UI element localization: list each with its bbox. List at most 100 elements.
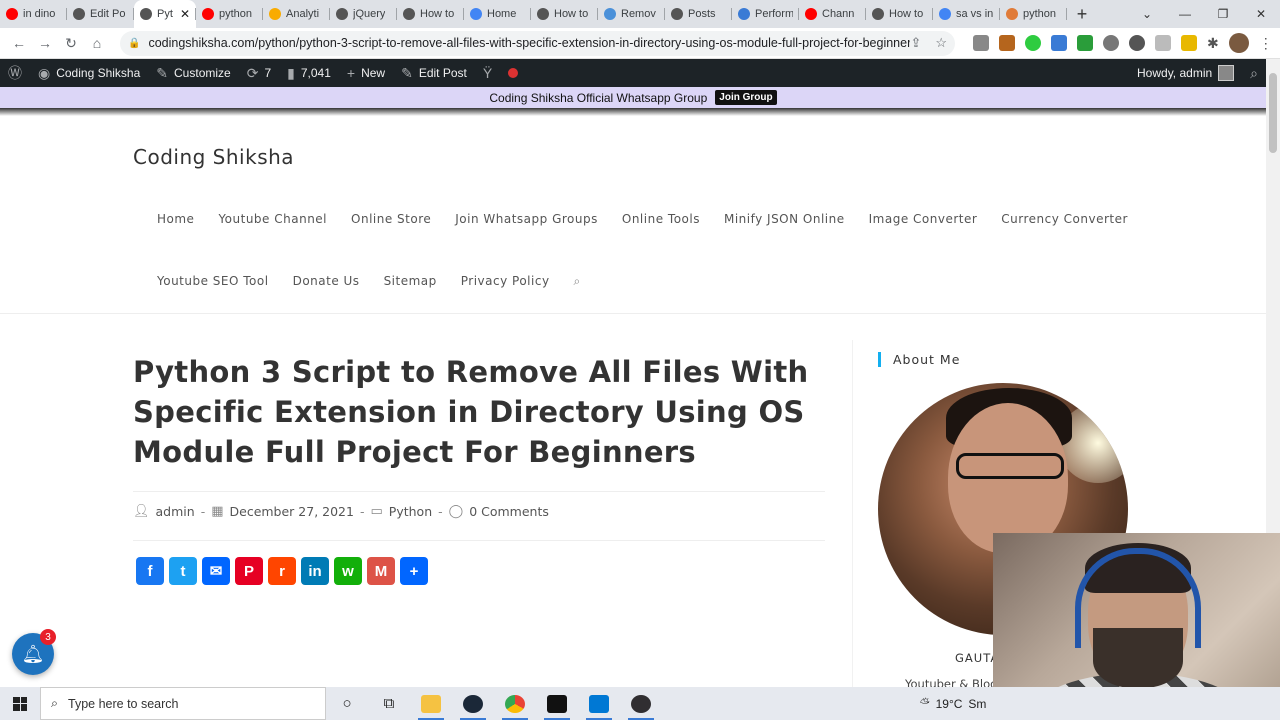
whatsapp-share-button[interactable]: w <box>334 557 362 585</box>
tab-label: Posts <box>688 8 716 20</box>
browser-tab[interactable]: Perform <box>732 0 799 28</box>
browser-tab[interactable]: in dino <box>0 0 67 28</box>
close-tab-icon[interactable]: ✕ <box>180 7 190 21</box>
browser-tab[interactable]: Posts <box>665 0 732 28</box>
minimize-button[interactable]: — <box>1166 0 1204 28</box>
browser-tab[interactable]: Edit Po <box>67 0 134 28</box>
email-share-button[interactable]: ✉ <box>202 557 230 585</box>
extension-icon[interactable] <box>973 35 989 51</box>
maximize-button[interactable]: ❐ <box>1204 0 1242 28</box>
share-page-icon[interactable]: ⇪ <box>910 35 921 51</box>
tab-favicon-icon <box>805 8 817 20</box>
extension-icon[interactable] <box>1077 35 1093 51</box>
bookmark-star-icon[interactable]: ☆ <box>935 35 947 51</box>
gmail-share-button[interactable]: M <box>367 557 395 585</box>
menu-item-privacy-policy[interactable]: Privacy Policy <box>449 274 562 289</box>
reload-button[interactable]: ↻ <box>58 30 84 56</box>
browser-tab[interactable]: python <box>196 0 263 28</box>
wp-new[interactable]: + New <box>339 59 393 87</box>
browser-tab[interactable]: python <box>1000 0 1067 28</box>
seo-status-dot-icon[interactable] <box>500 59 526 87</box>
browser-tab[interactable]: sa vs in <box>933 0 1000 28</box>
post-comments[interactable]: 0 Comments <box>469 504 549 519</box>
home-button[interactable]: ⌂ <box>84 30 110 56</box>
taskbar-search-placeholder: Type here to search <box>68 696 179 711</box>
twitter-share-button[interactable]: t <box>169 557 197 585</box>
address-bar[interactable]: 🔒 codingshiksha.com/python/python-3-scri… <box>120 30 955 56</box>
facebook-share-button[interactable]: f <box>136 557 164 585</box>
menu-item-home[interactable]: Home <box>145 212 206 226</box>
taskbar-search-box[interactable]: ⌕ Type here to search <box>40 687 326 720</box>
cortana-icon[interactable]: ○ <box>326 687 368 720</box>
obs-icon[interactable] <box>620 687 662 720</box>
task-view-icon[interactable]: ⧉ <box>368 687 410 720</box>
browser-tab[interactable]: Analyti <box>263 0 330 28</box>
menu-item-minify-json-online[interactable]: Minify JSON Online <box>712 212 857 226</box>
extension-icon[interactable] <box>999 35 1015 51</box>
menu-item-youtube-channel[interactable]: Youtube Channel <box>206 212 339 226</box>
notification-bell-button[interactable]: 🔔︎ 3 <box>12 629 56 675</box>
wp-edit-post[interactable]: ✎ Edit Post <box>393 59 475 87</box>
pinterest-share-button[interactable]: P <box>235 557 263 585</box>
start-button[interactable] <box>0 687 40 720</box>
extension-icon[interactable] <box>1051 35 1067 51</box>
yoast-icon[interactable]: Ÿ <box>475 59 500 87</box>
browser-tab[interactable]: How to <box>866 0 933 28</box>
linkedin-share-button[interactable]: in <box>301 557 329 585</box>
tab-search-icon[interactable]: ⌄ <box>1128 0 1166 28</box>
browser-tab[interactable]: How to <box>397 0 464 28</box>
site-title[interactable]: Coding Shiksha <box>133 145 294 169</box>
menu-item-youtube-seo-tool[interactable]: Youtube SEO Tool <box>145 274 281 289</box>
share-buttons: f t ✉ Pr in w M + <box>136 557 428 585</box>
extension-icon[interactable] <box>1025 35 1041 51</box>
menu-item-currency-converter[interactable]: Currency Converter <box>989 212 1140 226</box>
post-category[interactable]: Python <box>389 504 432 519</box>
menu-dots-icon[interactable]: ⋮ <box>1259 35 1273 52</box>
wp-search-icon[interactable]: ⌕ <box>1242 59 1266 87</box>
file-explorer-icon[interactable] <box>410 687 452 720</box>
weather-temp[interactable]: 19°C <box>936 697 963 711</box>
extension-icon[interactable] <box>1181 35 1197 51</box>
wp-site-name[interactable]: ◉ Coding Shiksha <box>30 59 148 87</box>
puzzle-icon[interactable]: ✱ <box>1207 35 1219 51</box>
window-controls: ⌄ — ❐ ✕ <box>1128 0 1280 28</box>
back-button[interactable]: ← <box>6 30 32 56</box>
reddit-share-button[interactable]: r <box>268 557 296 585</box>
wp-updates[interactable]: ⟳ 7 <box>239 59 279 87</box>
tab-favicon-icon <box>140 8 152 20</box>
post-author[interactable]: admin <box>156 504 195 519</box>
wp-comments[interactable]: ▮ 7,041 <box>279 59 339 87</box>
extension-icon[interactable] <box>1129 35 1145 51</box>
wp-logo-icon[interactable]: Ⓦ <box>0 59 30 87</box>
tab-label: How to <box>889 8 924 20</box>
scrollbar-thumb[interactable] <box>1269 73 1277 153</box>
profile-avatar[interactable] <box>1228 33 1249 53</box>
share-share-button[interactable]: + <box>400 557 428 585</box>
browser-tab[interactable]: Chann <box>799 0 866 28</box>
browser-tab[interactable]: How to <box>531 0 598 28</box>
close-window-button[interactable]: ✕ <box>1242 0 1280 28</box>
extension-icon[interactable] <box>1155 35 1171 51</box>
browser-tab[interactable]: Pyt ✕ <box>134 0 196 28</box>
join-group-button[interactable]: Join Group <box>715 90 777 105</box>
wp-customize[interactable]: ✎ Customize <box>148 59 238 87</box>
menu-item-image-converter[interactable]: Image Converter <box>857 212 990 226</box>
menu-item-online-tools[interactable]: Online Tools <box>610 212 712 226</box>
extension-icon[interactable] <box>1103 35 1119 51</box>
browser-tab[interactable]: Home <box>464 0 531 28</box>
vscode-icon[interactable] <box>578 687 620 720</box>
calendar-icon: ▦ <box>211 504 224 519</box>
terminal-icon[interactable] <box>536 687 578 720</box>
steam-icon[interactable] <box>452 687 494 720</box>
new-tab-button[interactable]: + <box>1067 0 1097 28</box>
menu-item-join-whatsapp-groups[interactable]: Join Whatsapp Groups <box>443 212 610 226</box>
browser-tab[interactable]: jQuery <box>330 0 397 28</box>
menu-item-donate-us[interactable]: Donate Us <box>281 274 372 289</box>
menu-item-online-store[interactable]: Online Store <box>339 212 443 226</box>
wp-account[interactable]: Howdy, admin <box>1129 59 1242 87</box>
forward-button[interactable]: → <box>32 30 58 56</box>
menu-item-sitemap[interactable]: Sitemap <box>372 274 449 289</box>
chrome-icon[interactable] <box>494 687 536 720</box>
browser-tab[interactable]: Remov <box>598 0 665 28</box>
menu-search-icon[interactable]: ⌕ <box>562 274 593 289</box>
